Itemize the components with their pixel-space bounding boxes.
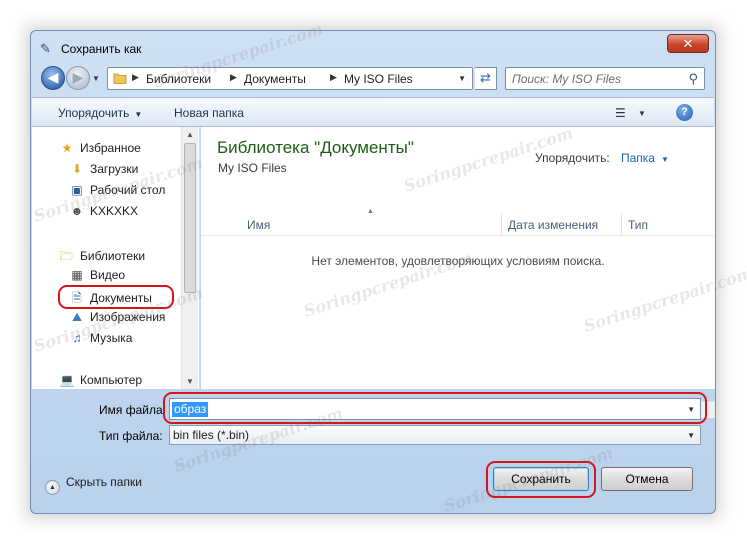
save-highlight-ring	[486, 461, 596, 498]
close-button[interactable]: ✕	[667, 34, 709, 53]
video-icon: ▦	[71, 268, 83, 282]
sidebar-item-label: Музыка	[90, 331, 133, 345]
chevron-down-icon: ▼	[660, 155, 669, 164]
breadcrumb-separator-icon[interactable]: ▶	[132, 72, 139, 83]
column-header-type[interactable]: Тип	[628, 218, 648, 232]
sidebar-item-video[interactable]: ▦ Видео	[68, 268, 125, 286]
sidebar-item-downloads[interactable]: ⬇ Загрузки	[68, 162, 138, 180]
libraries-icon: 🗁	[59, 249, 75, 263]
file-list-pane: Библиотека "Документы" My ISO Files Упор…	[201, 127, 715, 418]
filetype-dropdown-icon[interactable]: ▼	[687, 431, 695, 440]
breadcrumb-separator-icon[interactable]: ▶	[330, 72, 337, 83]
view-options-icon[interactable]: ☰	[615, 106, 626, 120]
sidebar-scroll-thumb[interactable]	[184, 143, 196, 293]
column-headers: ▲ Имя Дата изменения Тип	[201, 208, 715, 236]
search-placeholder: Поиск: My ISO Files	[512, 72, 622, 86]
address-dropdown-icon[interactable]: ▼	[458, 74, 466, 83]
filetype-select[interactable]: bin files (*.bin) ▼	[169, 425, 701, 445]
column-divider[interactable]	[621, 214, 622, 236]
filename-label: Имя файла:	[99, 403, 166, 417]
forward-button[interactable]: ▶	[66, 66, 90, 90]
search-input[interactable]: Поиск: My ISO Files ⚲	[505, 67, 705, 90]
address-bar[interactable]: ▶ Библиотеки ▶ Документы ▶ My ISO Files …	[107, 67, 473, 90]
downloads-folder-icon: ⬇	[71, 162, 83, 176]
chevron-up-icon: ▲	[45, 480, 60, 495]
sidebar-item-label: Компьютер	[80, 373, 143, 387]
title-bar: ✎ Сохранить как ✕	[31, 31, 715, 63]
arrange-by-value: Папка	[621, 151, 655, 165]
library-title: Библиотека "Документы"	[217, 138, 414, 157]
documents-highlight-ring	[58, 285, 174, 309]
scroll-down-icon[interactable]: ▼	[186, 377, 194, 386]
hide-folders-label: Скрыть папки	[66, 475, 142, 489]
sidebar-item-user[interactable]: ☻ KXKXKX	[68, 204, 138, 222]
breadcrumb-libraries[interactable]: Библиотеки	[146, 72, 211, 86]
folder-icon	[113, 73, 127, 84]
navigation-pane: ★ Избранное ⬇ Загрузки ▣ Рабочий стол ☻ KXKX…	[32, 127, 200, 389]
sidebar-item-pictures[interactable]: ⛰ Изображения	[68, 310, 165, 328]
empty-results-message: Нет элементов, удовлетворяющих условиям …	[311, 254, 605, 268]
sidebar-item-favorites[interactable]: ★ Избранное	[58, 141, 141, 159]
sidebar-item-label: Видео	[90, 268, 126, 282]
history-dropdown-icon[interactable]: ▼	[92, 74, 100, 83]
sidebar-item-label: Избранное	[80, 141, 141, 155]
save-dialog-icon: ✎	[40, 41, 51, 56]
search-icon[interactable]: ⚲	[688, 71, 698, 87]
breadcrumb-separator-icon[interactable]: ▶	[230, 72, 237, 83]
column-header-name[interactable]: Имя	[247, 218, 270, 232]
sidebar-item-label: Загрузки	[90, 162, 139, 176]
navigation-row: ◀ ▶ ▼ ▶ Библиотеки ▶ Документы ▶ My ISO …	[31, 63, 715, 97]
command-toolbar: Упорядочить ▼ Новая папка ☰ ▼ ?	[32, 97, 714, 127]
arrange-by-label: Упорядочить:	[535, 151, 610, 165]
sort-ascending-icon: ▲	[367, 208, 374, 215]
scroll-up-icon[interactable]: ▲	[186, 130, 194, 139]
new-folder-button[interactable]: Новая папка	[174, 106, 244, 120]
breadcrumb-documents[interactable]: Документы	[244, 72, 306, 86]
breadcrumb-my-iso-files[interactable]: My ISO Files	[344, 72, 413, 86]
cancel-button[interactable]: Отмена	[601, 467, 693, 491]
sidebar-item-libraries[interactable]: 🗁 Библиотеки	[58, 247, 145, 265]
arrange-by-dropdown[interactable]: Папка ▼	[621, 151, 669, 165]
column-header-date[interactable]: Дата изменения	[508, 218, 598, 232]
filetype-label: Тип файла:	[99, 429, 163, 443]
filetype-value: bin files (*.bin)	[173, 428, 250, 442]
filename-highlight-ring	[163, 392, 707, 424]
sidebar-scrollbar[interactable]: ▲ ▼	[181, 127, 198, 389]
sidebar-item-label: Библиотеки	[80, 249, 146, 263]
star-icon: ★	[61, 141, 73, 155]
save-as-dialog: ✎ Сохранить как ✕ ◀ ▶ ▼ ▶ Библиотеки ▶ Д…	[30, 30, 716, 514]
refresh-button[interactable]: ⇄	[475, 67, 497, 90]
help-icon[interactable]: ?	[676, 104, 693, 121]
sidebar-item-label: Изображения	[90, 310, 166, 324]
library-subtitle: My ISO Files	[218, 161, 287, 175]
chevron-down-icon: ▼	[134, 110, 143, 119]
window-title: Сохранить как	[61, 42, 142, 56]
sidebar-item-desktop[interactable]: ▣ Рабочий стол	[68, 183, 165, 201]
hide-folders-button[interactable]: ▲ Скрыть папки	[45, 475, 142, 495]
chevron-down-icon[interactable]: ▼	[638, 109, 646, 118]
sidebar-item-computer[interactable]: 💻 Компьютер	[58, 373, 143, 391]
music-icon: ♫	[72, 331, 82, 345]
back-button[interactable]: ◀	[41, 66, 65, 90]
pictures-icon: ⛰	[71, 310, 83, 324]
column-divider[interactable]	[501, 214, 502, 236]
sidebar-item-label: KXKXKX	[90, 204, 139, 218]
sidebar-item-label: Рабочий стол	[90, 183, 166, 197]
organize-button[interactable]: Упорядочить ▼	[58, 106, 142, 120]
computer-icon: 💻	[59, 373, 75, 387]
user-icon: ☻	[70, 204, 84, 218]
desktop-icon: ▣	[71, 183, 83, 197]
sidebar-item-music[interactable]: ♫ Музыка	[68, 331, 133, 349]
organize-label: Упорядочить	[58, 106, 130, 120]
